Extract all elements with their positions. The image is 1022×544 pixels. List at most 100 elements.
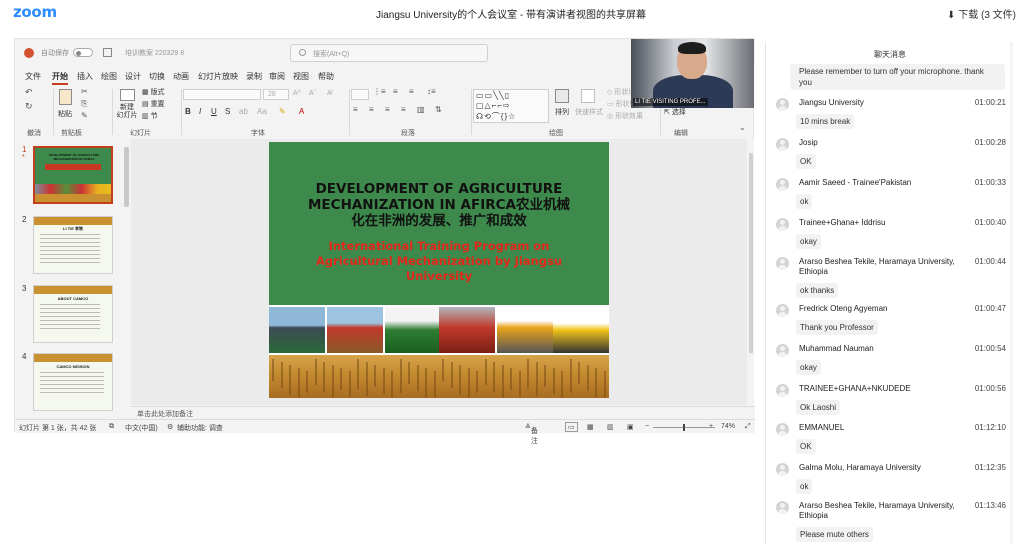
chat-scrollbar[interactable] bbox=[1010, 42, 1013, 544]
thumbnail-text-lines bbox=[40, 304, 100, 330]
slide-thumbnail-1[interactable]: DEVELOPMENT OF AGRICULTURE MECHANIZATION… bbox=[33, 146, 113, 204]
align-left-icon[interactable]: ≡ bbox=[353, 105, 358, 114]
quick-styles-label[interactable]: 快速样式 bbox=[575, 107, 603, 117]
slide-thumbnail-2[interactable]: LI TIE 李铁 bbox=[33, 216, 113, 274]
wheat-stalk bbox=[493, 362, 495, 392]
cut-icon[interactable]: ✂ bbox=[81, 87, 88, 96]
quick-styles-icon[interactable] bbox=[581, 89, 595, 103]
copy-icon[interactable]: ⎘ bbox=[81, 99, 87, 109]
shapes-gallery[interactable]: ▭▭╲╲▯ ▢△⌐⌐⇨ ☊⟲⌒{}☆ bbox=[473, 89, 549, 123]
tab-record[interactable]: 录制 bbox=[246, 71, 262, 82]
zoom-top-bar: zoom Jiangsu University的个人会议室 - 带有演讲者视图的… bbox=[0, 0, 1022, 24]
accessibility-label[interactable]: 辅助功能: 调查 bbox=[177, 423, 223, 433]
zoom-out-icon[interactable]: − bbox=[645, 423, 649, 430]
line-spacing-icon[interactable]: ↕≡ bbox=[427, 87, 436, 96]
language-icon[interactable]: ⧉ bbox=[109, 423, 114, 431]
tab-help[interactable]: 帮助 bbox=[318, 71, 334, 82]
chat-message-bubble: OK bbox=[796, 439, 816, 454]
shrink-font-icon[interactable]: Aˇ bbox=[309, 90, 316, 97]
thumbnail-scrollbar[interactable] bbox=[123, 139, 130, 405]
underline-icon[interactable]: U bbox=[211, 107, 217, 116]
numbering-icon[interactable]: ⋮≡ bbox=[373, 87, 386, 96]
chat-timestamp: 01:13:46 bbox=[974, 501, 1006, 510]
accessibility-icon[interactable]: ⚙ bbox=[167, 423, 173, 431]
clear-format-icon[interactable]: A̸ bbox=[327, 90, 332, 97]
chat-sender: Muhammad Nauman bbox=[799, 344, 874, 353]
language-label[interactable]: 中文(中国) bbox=[125, 423, 158, 433]
format-painter-icon[interactable]: ✎ bbox=[81, 111, 88, 120]
slide-title-line-2: MECHANIZATION IN AFIRCA农业机械 bbox=[308, 197, 570, 213]
slide-thumbnail-panel: 1 * DEVELOPMENT OF AGRICULTURE MECHANIZA… bbox=[15, 139, 123, 411]
tab-home[interactable]: 开始 bbox=[52, 71, 68, 85]
new-slide-label[interactable]: 新建 幻灯片 bbox=[114, 104, 140, 120]
zoom-in-icon[interactable]: + bbox=[709, 423, 713, 430]
tab-insert[interactable]: 插入 bbox=[77, 71, 93, 82]
bold-icon[interactable]: B bbox=[185, 107, 191, 116]
grow-font-icon[interactable]: A^ bbox=[293, 90, 301, 97]
chat-message-bubble: ok bbox=[796, 194, 813, 209]
download-button[interactable]: ⬇ 下载 (3 文件) bbox=[947, 6, 1016, 21]
arrange-label[interactable]: 排列 bbox=[555, 107, 569, 117]
fit-slide-icon[interactable]: ⤢ bbox=[745, 423, 751, 431]
section-button[interactable]: ▥ 节 bbox=[142, 111, 158, 121]
zoom-slider[interactable] bbox=[653, 424, 715, 431]
highlight-icon[interactable]: ✎ bbox=[279, 107, 286, 116]
chat-sender: Fredrick Oteng Agyeman bbox=[799, 304, 888, 313]
font-size-select[interactable]: 28 bbox=[263, 89, 289, 100]
tab-file[interactable]: 文件 bbox=[25, 71, 41, 82]
search-box[interactable]: 搜索(Alt+Q) bbox=[290, 44, 488, 62]
tab-slideshow[interactable]: 幻灯片放映 bbox=[198, 71, 238, 82]
file-name[interactable]: 培训教案 220329 8 bbox=[125, 48, 184, 58]
wheat-stalk bbox=[408, 362, 410, 384]
tab-transitions[interactable]: 切换 bbox=[149, 71, 165, 82]
font-name-select[interactable] bbox=[183, 89, 261, 100]
align-right-icon[interactable]: ≡ bbox=[385, 105, 390, 114]
wheat-stalk bbox=[289, 365, 291, 395]
shape-effects-button[interactable]: ◎ 形状效果 bbox=[607, 111, 643, 121]
paste-icon[interactable] bbox=[59, 89, 72, 105]
layout-button[interactable]: ▦ 版式 bbox=[142, 87, 165, 97]
reset-button[interactable]: ▤ 重置 bbox=[142, 99, 165, 109]
select-button[interactable]: ⇱ 选择 bbox=[664, 107, 686, 117]
current-slide[interactable]: DEVELOPMENT OF AGRICULTURE MECHANIZATION… bbox=[269, 142, 609, 398]
notes-button[interactable]: ≙ 备注 bbox=[525, 423, 538, 445]
undo-icon[interactable]: ↶ bbox=[25, 87, 33, 98]
text-direction-icon[interactable]: ⇅ bbox=[435, 105, 442, 114]
indent-icon[interactable]: ≡ bbox=[393, 87, 398, 96]
tab-view[interactable]: 视图 bbox=[293, 71, 309, 82]
redo-icon[interactable]: ↻ bbox=[25, 101, 33, 112]
machinery-photo-strip bbox=[269, 305, 609, 355]
notes-placeholder[interactable]: 单击此处添加备注 bbox=[131, 406, 755, 418]
zoom-level[interactable]: 74% bbox=[721, 423, 735, 430]
align-center-icon[interactable]: ≡ bbox=[369, 105, 374, 114]
slide-thumbnail-4[interactable]: CAMCO MISSION bbox=[33, 353, 113, 411]
reading-view-icon[interactable]: ▥ bbox=[607, 423, 614, 431]
normal-view-icon[interactable]: ▭ bbox=[565, 422, 578, 432]
paste-label[interactable]: 粘贴 bbox=[58, 109, 72, 119]
tab-animations[interactable]: 动画 bbox=[173, 71, 189, 82]
justify-icon[interactable]: ≡ bbox=[401, 105, 406, 114]
italic-icon[interactable]: I bbox=[199, 107, 201, 116]
bullets-button[interactable] bbox=[351, 89, 369, 100]
collapse-ribbon-icon[interactable]: ⌄ bbox=[739, 123, 746, 132]
slideshow-icon[interactable]: ▣ bbox=[627, 423, 634, 431]
font-color-icon[interactable]: A bbox=[299, 107, 304, 116]
presenter-video[interactable]: LI TIE VISITING PROFE... bbox=[631, 39, 754, 108]
slide-thumbnail-3[interactable]: ABOUT CAMCO bbox=[33, 285, 113, 343]
slide-scrollbar[interactable] bbox=[748, 139, 754, 405]
char-spacing-icon[interactable]: ab bbox=[239, 107, 248, 116]
strikethrough-icon[interactable]: S bbox=[225, 107, 230, 116]
slide-sorter-icon[interactable]: ▦ bbox=[587, 423, 594, 431]
arrange-icon[interactable] bbox=[555, 89, 569, 103]
change-case-icon[interactable]: Aa bbox=[257, 107, 267, 116]
outdent-icon[interactable]: ≡ bbox=[409, 87, 414, 96]
tab-review[interactable]: 审阅 bbox=[269, 71, 285, 82]
autosave-toggle[interactable] bbox=[73, 48, 93, 57]
columns-icon[interactable]: ▥ bbox=[417, 105, 425, 114]
tab-design[interactable]: 设计 bbox=[125, 71, 141, 82]
tab-draw[interactable]: 绘图 bbox=[101, 71, 117, 82]
thumbnail-wheat bbox=[34, 286, 112, 294]
new-slide-icon[interactable] bbox=[120, 89, 135, 101]
user-avatar-icon bbox=[776, 98, 789, 111]
save-icon[interactable] bbox=[103, 48, 112, 57]
